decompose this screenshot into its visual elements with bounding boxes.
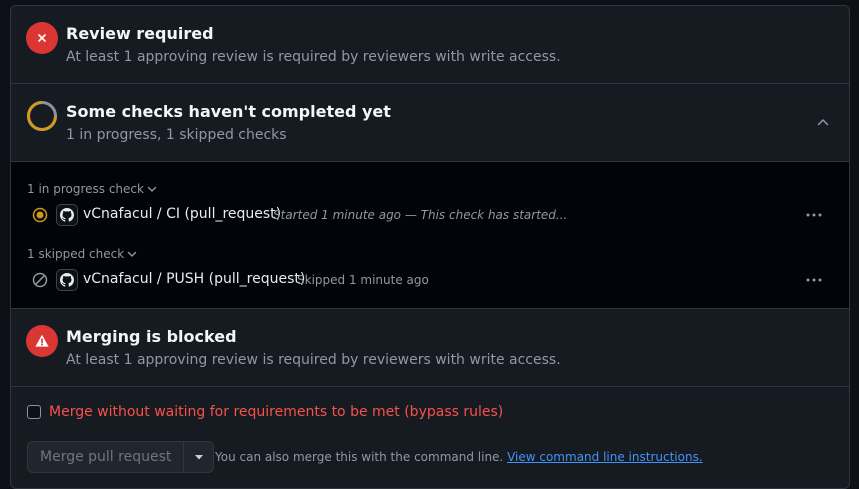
checks-list: 1 in progress check vCnafacul / CI (pull… xyxy=(11,162,849,309)
github-icon xyxy=(56,204,78,226)
chevron-down-icon xyxy=(147,186,157,192)
check-row-push[interactable]: vCnafacul / PUSH (pull_request) Skipped … xyxy=(11,265,849,295)
merging-blocked-title: Merging is blocked xyxy=(66,327,237,346)
command-line-instructions-link[interactable]: View command line instructions. xyxy=(507,450,703,464)
check-name-ci[interactable]: vCnafacul / CI (pull_request) xyxy=(83,206,281,222)
pending-dot-icon xyxy=(32,207,48,223)
review-required-subtitle: At least 1 approving review is required … xyxy=(66,49,561,65)
merge-method-dropdown[interactable] xyxy=(184,441,215,473)
triangle-down-icon xyxy=(194,454,203,459)
checks-subtitle: 1 in progress, 1 skipped checks xyxy=(66,127,287,143)
bypass-rules-option[interactable]: Merge without waiting for requirements t… xyxy=(27,404,503,420)
skipped-group-header[interactable]: 1 skipped check xyxy=(27,247,137,261)
kebab-horizontal-icon[interactable] xyxy=(803,205,825,225)
checks-title: Some checks haven't completed yet xyxy=(66,102,391,121)
x-circle-icon xyxy=(26,22,58,54)
github-icon xyxy=(56,269,78,291)
in-progress-group-header[interactable]: 1 in progress check xyxy=(27,182,157,196)
merging-blocked-section: Merging is blocked At least 1 approving … xyxy=(11,309,849,387)
chevron-up-icon[interactable] xyxy=(813,112,833,132)
bypass-rules-label[interactable]: Merge without waiting for requirements t… xyxy=(49,404,503,420)
merge-box: Review required At least 1 approving rev… xyxy=(10,5,850,489)
check-description-push: Skipped 1 minute ago xyxy=(297,273,429,287)
checks-section[interactable]: Some checks haven't completed yet 1 in p… xyxy=(11,84,849,162)
merge-pull-request-button[interactable]: Merge pull request xyxy=(27,441,185,473)
check-name-push[interactable]: vCnafacul / PUSH (pull_request) xyxy=(83,271,305,287)
chevron-down-icon xyxy=(127,251,137,257)
alert-icon xyxy=(26,325,58,357)
merge-controls: Merge without waiting for requirements t… xyxy=(11,387,849,488)
merging-blocked-subtitle: At least 1 approving review is required … xyxy=(66,352,561,368)
command-line-note-text: You can also merge this with the command… xyxy=(215,450,504,464)
progress-ring-icon xyxy=(26,100,58,132)
review-required-title: Review required xyxy=(66,24,214,43)
check-row-ci[interactable]: vCnafacul / CI (pull_request) Started 1 … xyxy=(11,200,849,230)
bypass-rules-checkbox[interactable] xyxy=(27,405,41,419)
in-progress-group-label: 1 in progress check xyxy=(27,182,144,196)
check-description-ci: Started 1 minute ago — This check has st… xyxy=(273,208,568,222)
kebab-horizontal-icon[interactable] xyxy=(803,270,825,290)
skipped-group-label: 1 skipped check xyxy=(27,247,125,261)
skip-icon xyxy=(32,272,48,288)
command-line-note: You can also merge this with the command… xyxy=(215,450,703,464)
review-required-section: Review required At least 1 approving rev… xyxy=(11,6,849,84)
merge-button-group: Merge pull request xyxy=(27,441,215,473)
